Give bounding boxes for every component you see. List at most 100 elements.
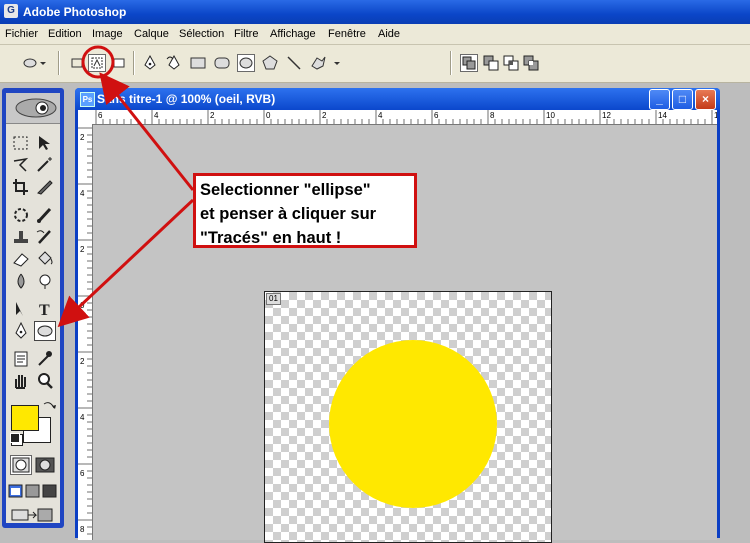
healing-brush-icon[interactable]	[10, 205, 32, 225]
notes-tool-icon[interactable]	[10, 349, 32, 369]
zoom-tool-icon[interactable]	[34, 371, 56, 391]
crop-tool-icon[interactable]	[10, 177, 32, 197]
separator	[450, 51, 452, 75]
standard-mode-icon[interactable]	[10, 455, 32, 475]
ellipse-shape-icon[interactable]	[237, 54, 255, 72]
standard-screen-mode-icon[interactable]	[8, 483, 24, 499]
paths-mode-button[interactable]	[88, 54, 106, 72]
adobe-online-eye-icon[interactable]	[6, 93, 60, 124]
menu-edition[interactable]: Edition	[48, 28, 82, 40]
hand-tool-icon[interactable]	[10, 371, 32, 391]
ruler-label: 0	[266, 111, 271, 120]
history-brush-icon[interactable]	[34, 227, 56, 247]
vertical-ruler[interactable]: 2 4 2 0 2 4 6 8	[78, 124, 93, 542]
custom-shape-icon[interactable]	[309, 54, 341, 72]
ruler-label: 14	[658, 111, 667, 120]
ruler-label: 10	[546, 111, 555, 120]
rounded-rectangle-shape-icon[interactable]	[213, 54, 231, 72]
ruler-label: 0	[80, 301, 85, 310]
ruler-label: 2	[80, 357, 85, 366]
app-title: Adobe Photoshop	[23, 5, 127, 19]
ruler-label: 4	[378, 111, 383, 120]
menu-fenetre[interactable]: Fenêtre	[328, 28, 366, 40]
paint-bucket-icon[interactable]	[34, 249, 56, 269]
ruler-label: 2	[80, 245, 85, 254]
shape-layers-mode-button[interactable]	[68, 54, 86, 72]
ruler-label: 8	[490, 111, 495, 120]
line-shape-icon[interactable]	[285, 54, 303, 72]
clone-stamp-icon[interactable]	[10, 227, 32, 247]
jump-to-imageready-icon[interactable]	[10, 506, 56, 524]
move-tool-icon[interactable]	[34, 133, 56, 153]
image-canvas[interactable]: 01	[264, 291, 552, 543]
marquee-tool-icon[interactable]	[10, 133, 32, 153]
magic-wand-tool-icon[interactable]	[34, 155, 56, 175]
eraser-tool-icon[interactable]	[10, 249, 32, 269]
yellow-ellipse-shape[interactable]	[329, 340, 497, 508]
ruler-origin[interactable]	[78, 110, 93, 125]
swap-colors-icon[interactable]	[42, 400, 56, 415]
callout-line: Selectionner "ellipse"	[200, 181, 371, 199]
menu-affichage[interactable]: Affichage	[270, 28, 316, 40]
photoshop-app-icon: G	[4, 4, 18, 18]
options-bar	[0, 45, 750, 83]
toolbox-body: T	[6, 93, 60, 523]
subtract-from-area-icon[interactable]	[482, 54, 500, 72]
ellipse-tool-icon[interactable]	[34, 321, 56, 341]
separator	[58, 51, 60, 75]
ruler-label: 4	[80, 189, 85, 198]
document-title-bar: Ps Sans titre-1 @ 100% (oeil, RVB) _ □ ×	[75, 88, 720, 110]
quick-mask-mode-icon[interactable]	[34, 455, 56, 475]
minimize-button[interactable]: _	[649, 89, 670, 110]
ruler-label: 2	[210, 111, 215, 120]
pen-tool-icon[interactable]	[141, 54, 159, 72]
dodge-tool-icon[interactable]	[34, 271, 56, 291]
rectangle-shape-icon[interactable]	[189, 54, 207, 72]
path-selection-icon[interactable]	[10, 299, 32, 319]
exclude-overlap-icon[interactable]	[522, 54, 540, 72]
callout-line: et penser à cliquer sur	[200, 205, 377, 223]
toolbox-panel: T	[2, 88, 64, 528]
menu-image[interactable]: Image	[92, 28, 123, 40]
menu-bar: Fichier Edition Image Calque Sélection F…	[0, 24, 750, 45]
lasso-tool-icon[interactable]	[10, 155, 32, 175]
ruler-label: 8	[80, 525, 85, 534]
svg-text:T: T	[39, 302, 50, 319]
menu-fichier[interactable]: Fichier	[5, 28, 38, 40]
pen-tool-icon[interactable]	[10, 321, 32, 341]
type-tool-icon[interactable]: T	[34, 299, 56, 319]
document-title: Sans titre-1 @ 100% (oeil, RVB)	[97, 92, 276, 106]
maximize-button[interactable]: □	[672, 89, 693, 110]
fill-pixels-mode-button[interactable]	[110, 54, 128, 72]
default-colors-icon[interactable]	[10, 433, 20, 443]
eyedropper-tool-icon[interactable]	[34, 349, 56, 369]
annotation-callout: Selectionner "ellipse" et penser à cliqu…	[193, 173, 417, 248]
full-screen-mode-icon[interactable]	[42, 483, 58, 499]
ruler-label: 6	[98, 111, 103, 120]
foreground-color-swatch[interactable]	[11, 405, 39, 431]
intersect-area-icon[interactable]	[502, 54, 520, 72]
menu-filtre[interactable]: Filtre	[234, 28, 258, 40]
layer-badge: 01	[266, 293, 281, 305]
menu-selection[interactable]: Sélection	[179, 28, 224, 40]
blur-tool-icon[interactable]	[10, 271, 32, 291]
ruler-label: 4	[80, 413, 85, 422]
ruler-label: 6	[80, 469, 85, 478]
menu-calque[interactable]: Calque	[134, 28, 169, 40]
slice-tool-icon[interactable]	[34, 177, 56, 197]
ruler-label: 2	[322, 111, 327, 120]
polygon-shape-icon[interactable]	[261, 54, 279, 72]
tool-preset-picker[interactable]	[22, 54, 48, 72]
menu-aide[interactable]: Aide	[378, 28, 400, 40]
full-screen-menu-mode-icon[interactable]	[25, 483, 41, 499]
callout-line: "Tracés" en haut !	[200, 229, 342, 247]
separator	[133, 51, 135, 75]
brush-tool-icon[interactable]	[34, 205, 56, 225]
close-button[interactable]: ×	[695, 89, 716, 110]
add-to-area-icon[interactable]	[460, 54, 478, 72]
ruler-label: 6	[434, 111, 439, 120]
app-title-bar: G Adobe Photoshop	[0, 0, 750, 24]
freeform-pen-icon[interactable]	[165, 54, 183, 72]
ruler-label: 16	[714, 111, 717, 120]
horizontal-ruler[interactable]: 6 4 2 0 2 4 6 8 10 12 14 16	[92, 110, 723, 125]
